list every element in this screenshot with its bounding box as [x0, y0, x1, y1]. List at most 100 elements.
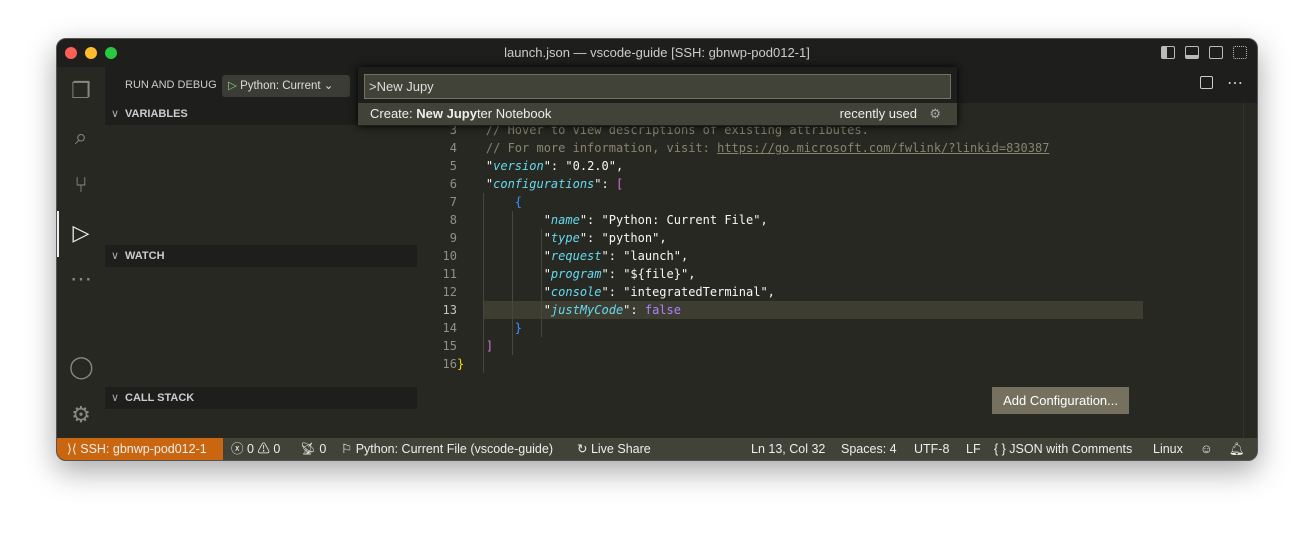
json-key: version: [493, 159, 544, 173]
ports-indicator[interactable]: 📡︎ 0: [300, 438, 326, 460]
search-icon[interactable]: ⌕: [69, 125, 93, 149]
json-value: "${file}",: [623, 267, 696, 281]
close-window-button[interactable]: [65, 47, 77, 59]
link[interactable]: https://go.microsoft.com/fwlink/?linkid=…: [717, 141, 1049, 155]
settings-gear-icon[interactable]: ⚙: [69, 403, 93, 427]
zoom-window-button[interactable]: [105, 47, 117, 59]
toggle-sidebar-icon[interactable]: [1161, 46, 1175, 59]
language-mode[interactable]: { } JSON with Comments: [994, 438, 1132, 460]
accounts-icon[interactable]: ◯: [69, 355, 94, 379]
json-value: "launch",: [623, 249, 689, 263]
line-number: 13: [442, 303, 457, 317]
more-actions-icon[interactable]: ⋯: [1227, 73, 1243, 93]
os-indicator[interactable]: Linux: [1153, 438, 1183, 460]
code-line: "program": "${file}",: [457, 267, 696, 281]
item-rest: ter Notebook: [476, 106, 552, 121]
window-title: launch.json — vscode-guide [SSH: gbnwp-p…: [504, 45, 810, 60]
code-line: }: [457, 319, 522, 337]
section-watch[interactable]: WATCH: [105, 245, 417, 267]
code-line: "justMyCode": false: [457, 303, 681, 317]
item-match: New Jupy: [416, 106, 477, 121]
code-line: {: [457, 193, 522, 211]
feedback-icon[interactable]: ☺: [1200, 438, 1213, 460]
line-number: 7: [449, 195, 457, 209]
line-number: 15: [442, 339, 457, 353]
line-number: 9: [449, 231, 457, 245]
debug-config-status[interactable]: ⚐ Python: Current File (vscode-guide): [341, 438, 553, 460]
more-icon[interactable]: ⋯: [69, 267, 93, 291]
start-debug-icon[interactable]: ▷: [228, 80, 237, 92]
json-key: justMyCode: [550, 303, 624, 317]
debug-config-label: Python: Current File (vscode-guide): [355, 442, 553, 456]
recently-used-label: recently used: [839, 106, 917, 121]
line-number: 4: [449, 141, 457, 155]
json-key: type: [550, 231, 580, 245]
code-text: }: [457, 357, 465, 371]
source-control-icon[interactable]: ⑂: [69, 173, 93, 197]
command-palette-input[interactable]: >New Jupy: [364, 74, 951, 99]
line-number: 10: [442, 249, 457, 263]
command-palette: >New Jupy Create: New Jupyter Notebook r…: [358, 67, 957, 126]
warning-count: 0: [273, 442, 281, 456]
json-value: "0.2.0",: [565, 159, 624, 173]
line-number: 8: [449, 213, 457, 227]
json-key: request: [550, 249, 602, 263]
sidebar-title: RUN AND DEBUG: [125, 79, 217, 91]
code-line: ]: [457, 337, 493, 355]
json-value: "integratedTerminal",: [623, 285, 775, 299]
configure-keybinding-gear-icon[interactable]: ⚙: [929, 103, 941, 125]
remote-indicator[interactable]: ⟩⟨ SSH: gbnwp-pod012-1: [57, 438, 223, 460]
explorer-icon[interactable]: ❐: [69, 79, 93, 103]
end-of-line[interactable]: LF: [966, 438, 981, 460]
debug-config-select[interactable]: ▷ Python: Current ⌄: [222, 75, 350, 97]
error-count: 0: [246, 442, 254, 456]
code-line: "version": "0.2.0",: [457, 159, 624, 173]
minimap[interactable]: [1153, 105, 1243, 135]
split-editor-icon[interactable]: [1200, 76, 1213, 89]
json-key: configurations: [493, 177, 595, 191]
code-editor[interactable]: Add Configuration... 2 // Use IntelliSen…: [417, 103, 1257, 440]
line-number: 12: [442, 285, 457, 299]
status-bar: ⟩⟨ SSH: gbnwp-pod012-1 ⓧ 0 ⚠ 0 📡︎ 0 ⚐ Py…: [57, 438, 1257, 460]
notifications-bell-icon[interactable]: 🔔︎: [1229, 438, 1245, 460]
line-number: 5: [449, 159, 457, 173]
json-value: "python",: [601, 231, 667, 245]
language-label: JSON with Comments: [1009, 442, 1133, 456]
cursor-position[interactable]: Ln 13, Col 32: [751, 438, 825, 460]
line-number: 6: [449, 177, 457, 191]
config-name: Python: Current: [240, 80, 321, 92]
json-key: program: [550, 267, 602, 281]
json-value: [: [615, 177, 624, 191]
code-line: // For more information, visit: https://…: [457, 139, 1050, 157]
code-text: ]: [457, 339, 494, 353]
line-number: 16: [442, 357, 457, 371]
add-configuration-button[interactable]: Add Configuration...: [992, 387, 1129, 414]
toggle-panel-icon[interactable]: [1185, 46, 1199, 59]
palette-item-new-jupyter-notebook[interactable]: Create: New Jupyter Notebook recently us…: [358, 103, 957, 125]
title-bar: launch.json — vscode-guide [SSH: gbnwp-p…: [57, 39, 1257, 67]
code-text: {: [457, 195, 523, 209]
line-number: 11: [442, 267, 457, 281]
code-line: "request": "launch",: [457, 249, 689, 263]
toggle-secondary-sidebar-icon[interactable]: [1209, 46, 1223, 59]
section-call-stack[interactable]: CALL STACK: [105, 387, 417, 409]
vscode-window: launch.json — vscode-guide [SSH: gbnwp-p…: [56, 38, 1258, 461]
call-stack-pane: [105, 409, 417, 440]
editor-scrollbar[interactable]: [1243, 103, 1257, 440]
code-line: "console": "integratedTerminal",: [457, 285, 775, 299]
indentation[interactable]: Spaces: 4: [841, 438, 897, 460]
variables-pane: [105, 125, 417, 245]
code-line: "type": "python",: [457, 231, 667, 245]
run-debug-icon[interactable]: ▷: [69, 221, 93, 245]
code-line: }: [457, 355, 464, 373]
code-line: "configurations": [: [457, 177, 624, 191]
customize-layout-icon[interactable]: [1233, 46, 1247, 59]
encoding[interactable]: UTF-8: [914, 438, 949, 460]
minimize-window-button[interactable]: [85, 47, 97, 59]
item-prefix: Create:: [370, 106, 417, 121]
problems-indicator[interactable]: ⓧ 0 ⚠ 0: [231, 438, 280, 460]
live-share-button[interactable]: ↻ Live Share: [577, 438, 651, 460]
remote-label: SSH: gbnwp-pod012-1: [80, 442, 207, 456]
code-text: }: [457, 321, 523, 335]
activity-bar: ❐ ⌕ ⑂ ▷ ⋯ ◯ ⚙: [57, 67, 105, 440]
